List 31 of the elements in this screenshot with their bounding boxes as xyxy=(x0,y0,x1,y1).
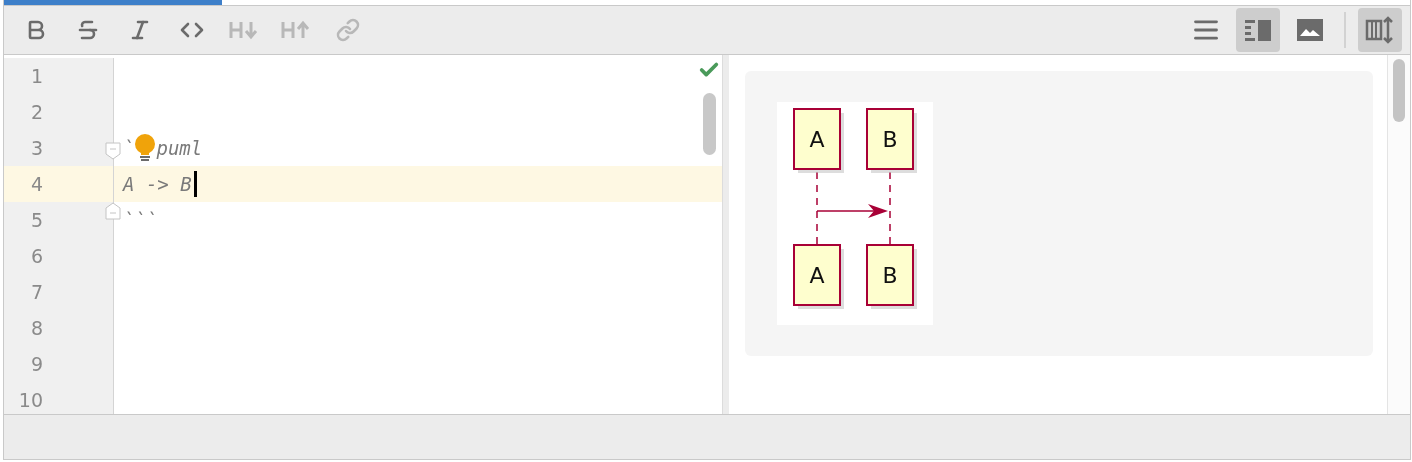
code-text: ` xyxy=(123,137,135,159)
code-text: A -> B xyxy=(123,173,192,195)
line-number: 7 xyxy=(30,281,44,303)
lightbulb-icon[interactable] xyxy=(134,134,157,162)
heading-up-icon xyxy=(281,19,311,41)
link-icon xyxy=(336,18,360,42)
code-text: puml xyxy=(156,137,203,159)
participant-box: A xyxy=(793,244,844,309)
line-number: 1 xyxy=(30,65,44,87)
split-view-button[interactable] xyxy=(1236,8,1280,52)
split-view-icon xyxy=(1245,19,1271,41)
layout-toggle-button[interactable] xyxy=(1358,8,1402,52)
heading-down-icon xyxy=(229,19,259,41)
code-text: ``` xyxy=(123,209,158,231)
columns-arrow-icon xyxy=(1365,15,1395,45)
line-number: 9 xyxy=(30,353,44,375)
participant-box: B xyxy=(866,108,917,173)
scrollbar-thumb[interactable] xyxy=(1393,59,1405,122)
line-number: 2 xyxy=(30,101,44,123)
participant-box: B xyxy=(866,244,917,309)
strikethrough-icon xyxy=(76,18,100,42)
text-cursor xyxy=(193,171,197,197)
line-number: 5 xyxy=(30,209,44,231)
line-number: 6 xyxy=(30,245,44,267)
line-number: 10 xyxy=(18,389,44,411)
image-icon xyxy=(1297,19,1323,41)
line-number: 4 xyxy=(30,173,44,195)
line-number: 3 xyxy=(30,137,44,159)
line-number: 8 xyxy=(30,317,44,339)
participant-box: A xyxy=(793,108,844,173)
scrollbar-thumb[interactable] xyxy=(703,93,716,155)
